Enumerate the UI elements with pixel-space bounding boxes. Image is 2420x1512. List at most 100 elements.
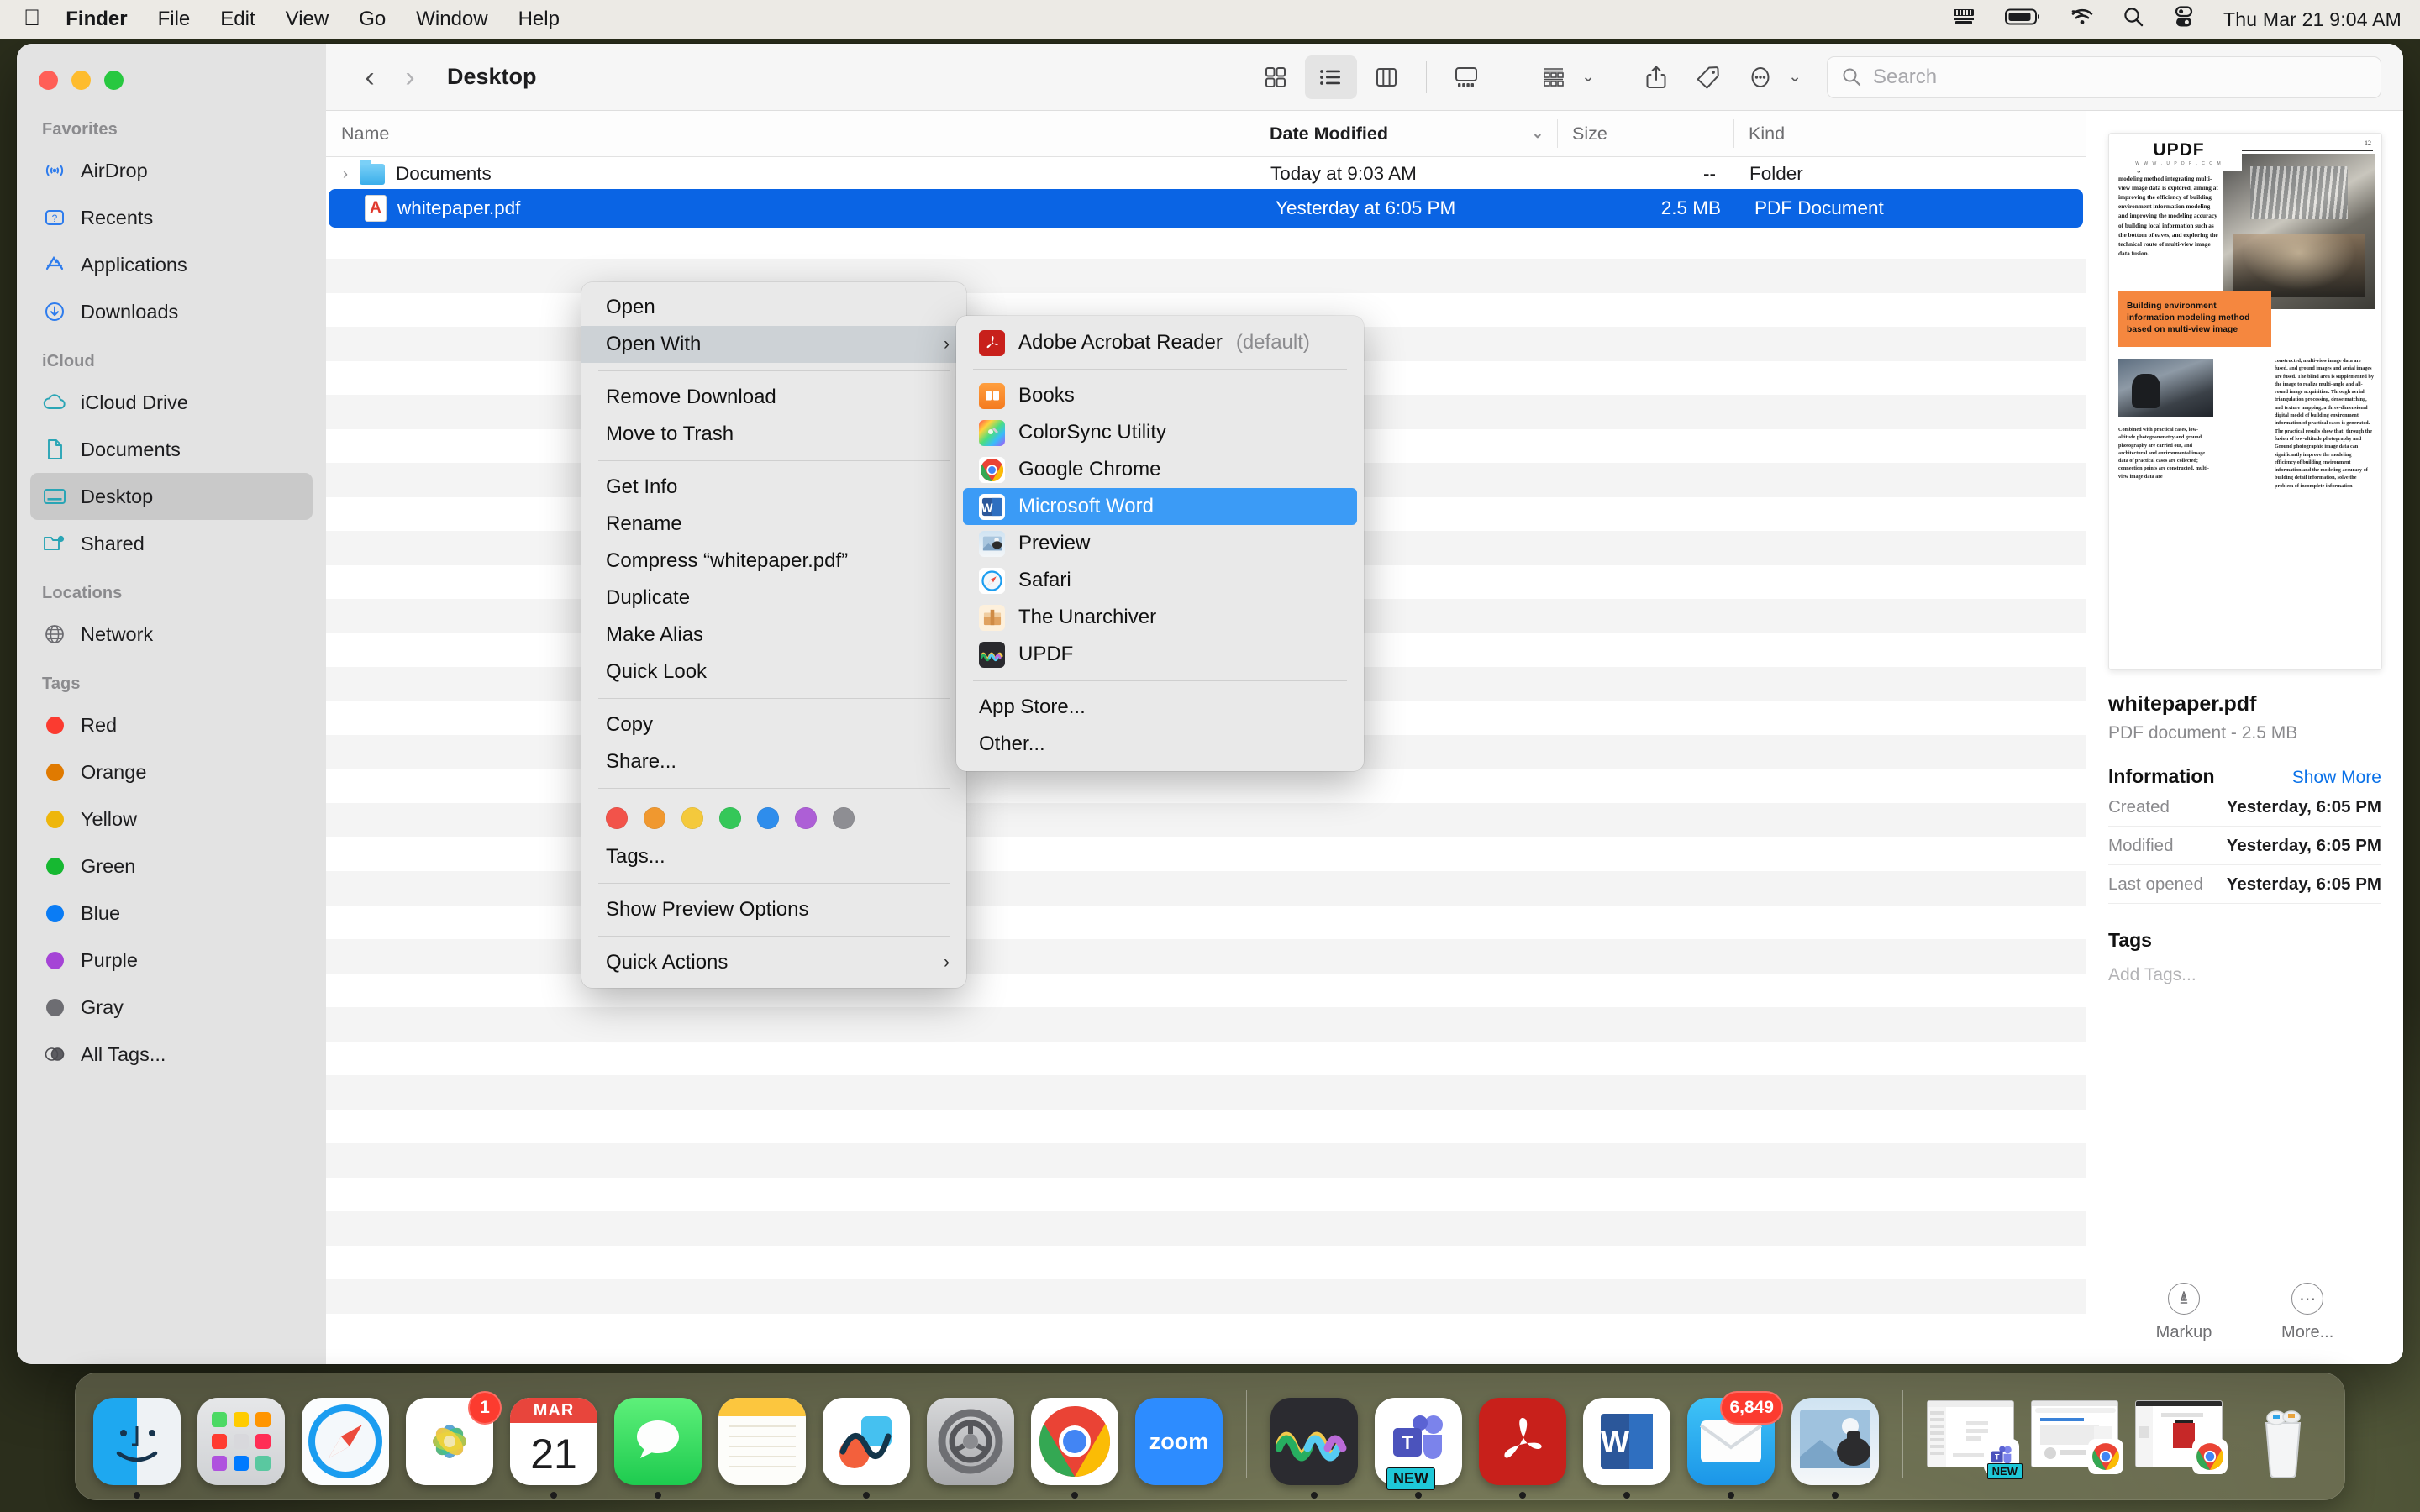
- column-header-date-modified[interactable]: Date Modified ⌄: [1255, 111, 1557, 156]
- sidebar-item-recents[interactable]: ? Recents: [30, 194, 313, 241]
- menu-bar-clock[interactable]: Thu Mar 21 9:04 AM: [2223, 8, 2402, 31]
- context-menu-item-move-to-trash[interactable]: Move to Trash: [581, 416, 966, 453]
- menu-help[interactable]: Help: [518, 8, 560, 31]
- chevron-down-icon[interactable]: ⌄: [1788, 67, 1802, 87]
- sidebar-tag-all-tags[interactable]: All Tags...: [30, 1031, 313, 1078]
- dock-item-finder[interactable]: [93, 1398, 181, 1485]
- menu-finder[interactable]: Finder: [66, 8, 127, 31]
- chevron-down-icon[interactable]: ⌄: [1581, 67, 1595, 87]
- minimize-button[interactable]: [71, 71, 91, 90]
- dock-item-calendar[interactable]: MAR 21: [510, 1398, 597, 1485]
- context-menu-item-make-alias[interactable]: Make Alias: [581, 617, 966, 654]
- context-menu-item-compress[interactable]: Compress “whitepaper.pdf”: [581, 543, 966, 580]
- sidebar-item-desktop[interactable]: Desktop: [30, 473, 313, 520]
- dock-minimized-teams-window[interactable]: T NEW: [1927, 1400, 2014, 1467]
- dock-item-notes[interactable]: [718, 1398, 806, 1485]
- more-actions-button[interactable]: [1734, 55, 1786, 99]
- dock-item-messages[interactable]: [614, 1398, 702, 1485]
- column-header-kind[interactable]: Kind: [1733, 111, 2086, 156]
- dock-item-preview[interactable]: [1791, 1398, 1879, 1485]
- gallery-view-button[interactable]: [1440, 55, 1492, 99]
- apple-logo-icon[interactable]: : [24, 7, 40, 29]
- more-button[interactable]: ⋯ More...: [2281, 1283, 2333, 1342]
- dock-item-trash[interactable]: [2239, 1398, 2327, 1485]
- submenu-item-adobe-acrobat-reader[interactable]: Adobe Acrobat Reader (default): [963, 324, 1357, 361]
- submenu-item-books[interactable]: Books: [963, 377, 1357, 414]
- disclosure-triangle-icon[interactable]: ›: [334, 165, 356, 183]
- table-row[interactable]: A whitepaper.pdf Yesterday at 6:05 PM 2.…: [331, 192, 2081, 225]
- sidebar-tag-blue[interactable]: Blue: [30, 890, 313, 937]
- context-menu-item-rename[interactable]: Rename: [581, 506, 966, 543]
- tag-swatch-orange[interactable]: [644, 807, 666, 829]
- context-menu-item-quick-look[interactable]: Quick Look: [581, 654, 966, 690]
- menu-window[interactable]: Window: [416, 8, 487, 31]
- sidebar-item-applications[interactable]: Applications: [30, 241, 313, 288]
- control-center-icon[interactable]: [2173, 6, 2195, 34]
- context-menu-item-open[interactable]: Open: [581, 289, 966, 326]
- context-menu-item-get-info[interactable]: Get Info: [581, 469, 966, 506]
- submenu-item-app-store[interactable]: App Store...: [956, 689, 1364, 726]
- show-more-link[interactable]: Show More: [2292, 768, 2381, 788]
- sidebar-tag-yellow[interactable]: Yellow: [30, 795, 313, 843]
- sidebar-item-documents[interactable]: Documents: [30, 426, 313, 473]
- column-header-name[interactable]: Name: [326, 111, 1255, 156]
- dock-item-photos[interactable]: 1: [406, 1398, 493, 1485]
- tag-swatch-purple[interactable]: [795, 807, 817, 829]
- dock-minimized-chrome-window-2[interactable]: [2135, 1400, 2223, 1467]
- sidebar-tag-red[interactable]: Red: [30, 701, 313, 748]
- tags-button[interactable]: [1682, 55, 1734, 99]
- context-menu-item-tags[interactable]: Tags...: [581, 838, 966, 875]
- dock-item-zoom[interactable]: zoom: [1135, 1398, 1223, 1485]
- add-tags-field[interactable]: Add Tags...: [2108, 965, 2381, 985]
- dock-item-system-settings[interactable]: [927, 1398, 1014, 1485]
- sidebar-tag-purple[interactable]: Purple: [30, 937, 313, 984]
- context-menu-item-copy[interactable]: Copy: [581, 706, 966, 743]
- submenu-item-colorsync-utility[interactable]: ColorSync Utility: [963, 414, 1357, 451]
- close-button[interactable]: [39, 71, 58, 90]
- group-by-button[interactable]: [1528, 55, 1580, 99]
- sidebar-tag-green[interactable]: Green: [30, 843, 313, 890]
- sidebar-item-shared[interactable]: Shared: [30, 520, 313, 567]
- submenu-item-updf[interactable]: UPDF: [963, 636, 1357, 673]
- menu-view[interactable]: View: [286, 8, 329, 31]
- submenu-item-other[interactable]: Other...: [956, 726, 1364, 763]
- sidebar-item-icloud-drive[interactable]: iCloud Drive: [30, 379, 313, 426]
- menu-go[interactable]: Go: [359, 8, 386, 31]
- keyboard-icon[interactable]: [1951, 8, 1976, 32]
- dock-item-launchpad[interactable]: [197, 1398, 285, 1485]
- markup-button[interactable]: Markup: [2156, 1283, 2212, 1342]
- sidebar-item-network[interactable]: Network: [30, 611, 313, 658]
- forward-button[interactable]: ›: [390, 57, 430, 97]
- search-input[interactable]: Search: [1827, 56, 2381, 98]
- tag-swatch-blue[interactable]: [757, 807, 779, 829]
- dock-item-microsoft-teams[interactable]: T NEW: [1375, 1398, 1462, 1485]
- maximize-button[interactable]: [104, 71, 124, 90]
- dock-item-safari[interactable]: [302, 1398, 389, 1485]
- wifi-icon[interactable]: [2070, 8, 2094, 32]
- sidebar-item-downloads[interactable]: Downloads: [30, 288, 313, 335]
- dock-item-microsoft-word[interactable]: W: [1583, 1398, 1670, 1485]
- dock-item-mail[interactable]: 6,849: [1687, 1398, 1775, 1485]
- list-view-button[interactable]: [1305, 55, 1357, 99]
- pdf-preview-thumbnail[interactable]: 12 Combined with practical cases, the bu…: [2108, 133, 2382, 670]
- column-header-size[interactable]: Size: [1557, 111, 1733, 156]
- table-row[interactable]: › Documents Today at 9:03 AM -- Folder: [326, 157, 2086, 192]
- sidebar-tag-orange[interactable]: Orange: [30, 748, 313, 795]
- sidebar-item-airdrop[interactable]: AirDrop: [30, 147, 313, 194]
- submenu-item-microsoft-word[interactable]: W Microsoft Word: [963, 488, 1357, 525]
- context-menu-item-duplicate[interactable]: Duplicate: [581, 580, 966, 617]
- dock-minimized-chrome-window-1[interactable]: [2031, 1400, 2118, 1467]
- spotlight-search-icon[interactable]: [2123, 6, 2144, 34]
- tag-swatch-gray[interactable]: [833, 807, 855, 829]
- submenu-item-safari[interactable]: Safari: [963, 562, 1357, 599]
- dock-item-adobe-acrobat-reader[interactable]: [1479, 1398, 1566, 1485]
- context-menu-item-remove-download[interactable]: Remove Download: [581, 379, 966, 416]
- context-menu-item-open-with[interactable]: Open With ›: [581, 326, 966, 363]
- share-button[interactable]: [1630, 55, 1682, 99]
- back-button[interactable]: ‹: [350, 57, 390, 97]
- submenu-item-the-unarchiver[interactable]: The Unarchiver: [963, 599, 1357, 636]
- menu-edit[interactable]: Edit: [220, 8, 255, 31]
- tag-swatch-yellow[interactable]: [681, 807, 703, 829]
- column-view-button[interactable]: [1360, 55, 1413, 99]
- icon-view-button[interactable]: [1249, 55, 1302, 99]
